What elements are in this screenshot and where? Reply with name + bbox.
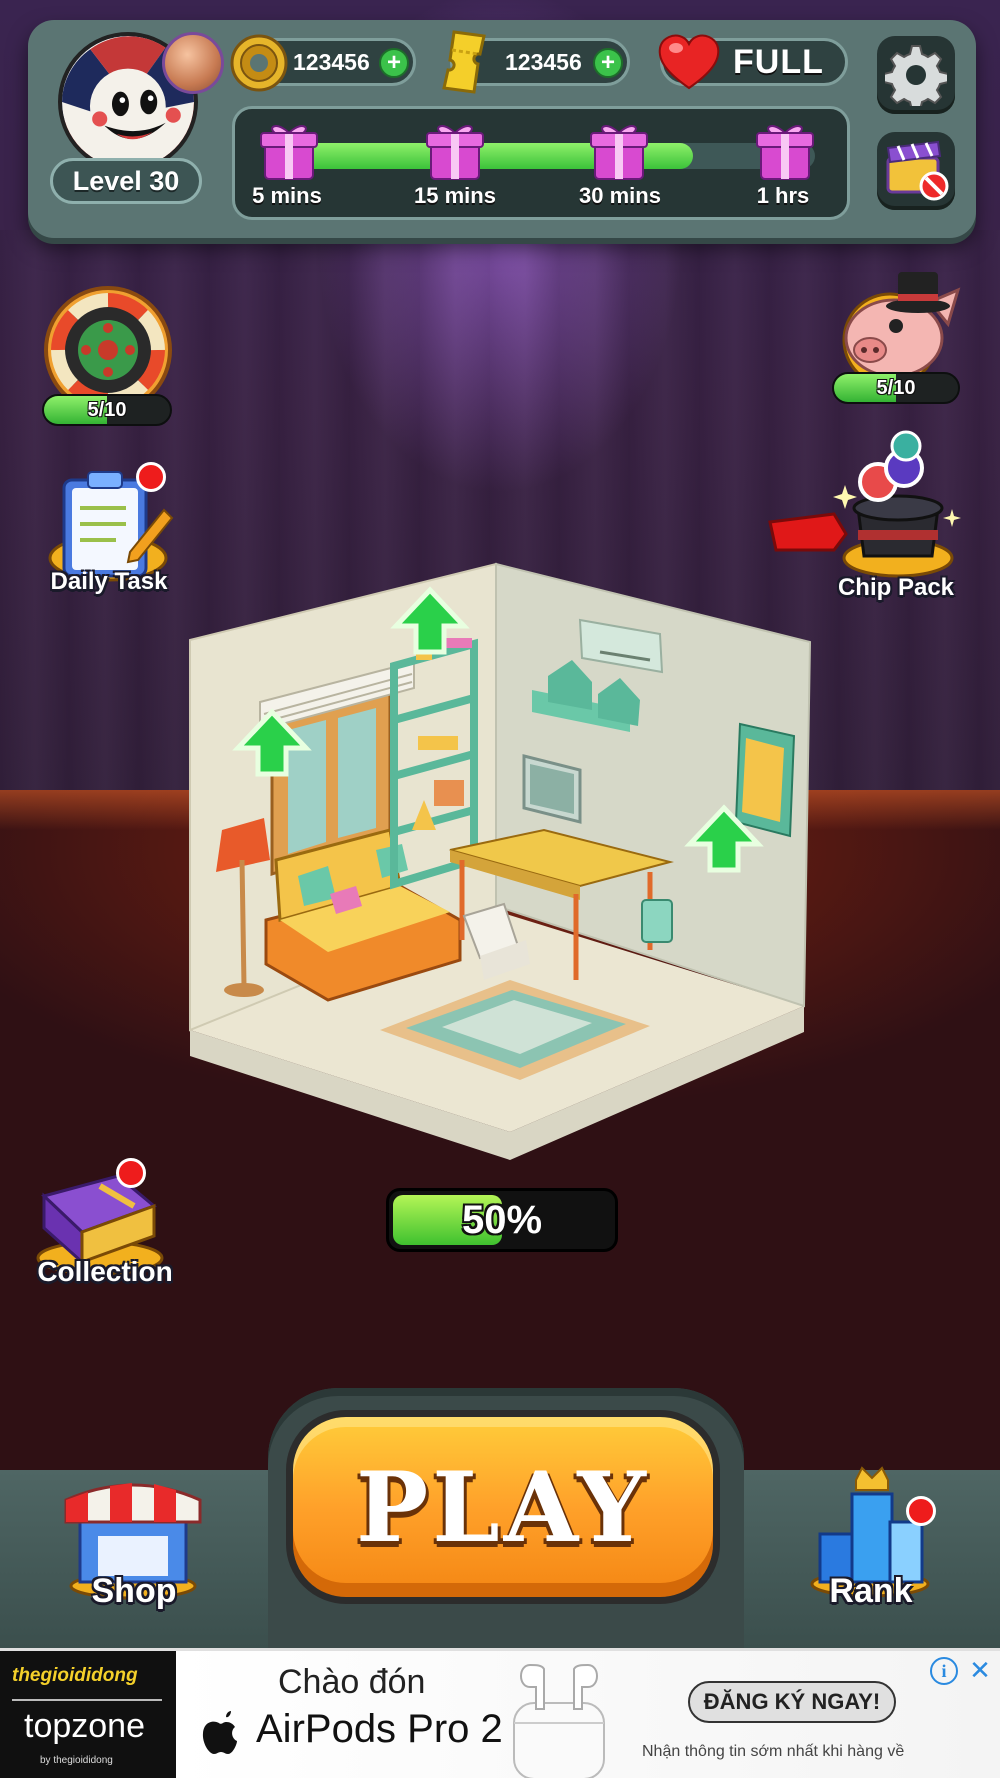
add-tickets-button[interactable]: + — [593, 48, 623, 78]
gift-milestone-label: 30 mins — [579, 183, 661, 208]
shop-button[interactable]: Shop — [52, 1470, 216, 1620]
ad-content: Chào đón AirPods Pro 2 ĐĂNG KÝ NGAY! Nhậ… — [176, 1651, 1000, 1778]
ad-brand-name: thegioididong — [12, 1665, 138, 1686]
heart-icon — [658, 34, 720, 90]
gift-icon[interactable] — [425, 119, 485, 181]
settings-button[interactable] — [877, 36, 955, 114]
piggy-progress-bar: 5/10 — [832, 372, 960, 404]
shop-label: Shop — [91, 1572, 177, 1610]
ad-brand-panel: thegioididong topzone by thegioididong — [0, 1651, 176, 1778]
ad-brand-sub: topzone — [24, 1707, 145, 1745]
rank-label: Rank — [829, 1572, 913, 1610]
room-diorama — [189, 562, 812, 1160]
ad-close-icon[interactable]: ✕ — [966, 1656, 994, 1686]
piggy-progress-text: 5/10 — [876, 376, 916, 399]
wheel-progress-text: 5/10 — [87, 398, 127, 421]
daily-task-notification-dot — [136, 462, 166, 492]
daily-task-label: Daily Task — [50, 568, 168, 595]
coin-icon — [230, 34, 288, 92]
ad-brand-divider — [12, 1699, 162, 1701]
ad-info-icon[interactable]: i — [930, 1657, 958, 1685]
ticket-icon — [442, 30, 486, 94]
ad-brand-sub-by: by thegioididong — [40, 1755, 113, 1766]
video-ad-icon — [886, 140, 949, 201]
rank-button[interactable]: Rank — [796, 1464, 946, 1620]
piggy-bank-button[interactable]: 5/10 — [830, 268, 964, 416]
remove-ads-button[interactable] — [877, 132, 955, 210]
play-button[interactable]: PLAY — [286, 1410, 720, 1604]
playtime-gift-track: 5 mins 15 mins 30 mins 1 hrs — [232, 106, 850, 220]
lucky-wheel-button[interactable]: 5/10 — [40, 284, 176, 434]
chip-pack-label: Chip Pack — [837, 574, 955, 601]
rank-notification-dot — [906, 1496, 936, 1526]
add-coins-button[interactable]: + — [379, 48, 409, 78]
airpods-case-icon — [513, 1663, 605, 1778]
room-progress-text: 50% — [461, 1197, 543, 1242]
ad-subtext: Nhận thông tin sớm nhất khi hàng về — [642, 1743, 905, 1760]
room-progress-bar: 50% — [386, 1188, 618, 1252]
gift-icon[interactable] — [259, 119, 319, 181]
gift-milestone-label: 15 mins — [414, 183, 496, 208]
player-level-label: Level 30 — [50, 158, 202, 204]
play-button-label: PLAY — [356, 1450, 650, 1564]
wheel-progress-bar: 5/10 — [42, 394, 172, 426]
ad-headline-top: Chào đón — [278, 1663, 426, 1701]
bronze-medal-icon — [162, 32, 224, 94]
ad-cta-button[interactable]: ĐĂNG KÝ NGAY! — [688, 1681, 896, 1723]
ad-headline-product: AirPods Pro 2 — [256, 1707, 503, 1751]
ticket-count: 123456 — [505, 48, 582, 75]
gift-icon[interactable] — [589, 119, 649, 181]
gift-progress-bar — [285, 143, 815, 169]
lives-status-text: FULL — [733, 42, 824, 81]
collection-notification-dot — [116, 1158, 146, 1188]
daily-task-button[interactable]: Daily Task — [40, 462, 180, 612]
collection-button[interactable]: Collection — [22, 1158, 188, 1298]
coin-count: 123456 — [293, 48, 370, 75]
gift-milestone-label: 5 mins — [252, 183, 322, 208]
gift-icon[interactable] — [755, 119, 815, 181]
gift-milestone-label: 1 hrs — [756, 183, 810, 208]
collection-label: Collection — [37, 1256, 173, 1287]
piggy-bank-icon — [842, 272, 961, 388]
apple-logo-icon — [202, 1711, 237, 1754]
gear-icon — [885, 45, 947, 106]
chip-pack-icon — [768, 430, 961, 578]
ad-banner[interactable]: thegioididong topzone by thegioididong C… — [0, 1648, 1000, 1778]
